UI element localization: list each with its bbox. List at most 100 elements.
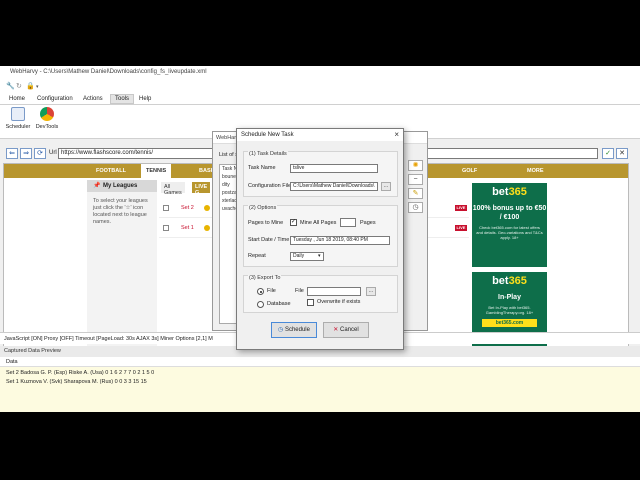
chevron-down-icon[interactable]: ▾ — [318, 253, 321, 259]
live-badge: LIVE — [455, 225, 467, 231]
refresh-button[interactable]: ⟳ — [34, 148, 46, 159]
history-button[interactable]: ◷ — [408, 202, 423, 213]
schedule-side-buttons: ✺ − ✎ ◷ — [408, 160, 424, 216]
export-database-label: Database — [267, 301, 291, 307]
task-details-label: (1) Task Details — [248, 151, 288, 157]
export-database-radio[interactable] — [257, 301, 264, 308]
close-icon[interactable]: × — [394, 130, 399, 139]
calendar-icon — [11, 107, 25, 121]
config-file-input[interactable]: C:\Users\Mathew Daniel\Downloads\ — [290, 182, 378, 191]
row-checkbox[interactable] — [163, 205, 169, 211]
data-row[interactable]: Set 1 Kuznova V. (Svk) Sharapova M. (Rus… — [6, 379, 147, 385]
lock-icon[interactable]: 🔒 — [26, 82, 35, 90]
refresh-icon[interactable]: ↻ — [16, 82, 22, 90]
schedule-new-task-dialog: Schedule New Task × (1) Task Details Tas… — [236, 128, 404, 350]
title-bar: WebHarvy - C:\Users\Mathew Daniel\Downlo… — [0, 66, 640, 80]
ad-fineprint: Bet In-Play with bet365. GamblingTherapy… — [485, 305, 534, 315]
menu-configuration[interactable]: Configuration — [37, 96, 73, 102]
dialog-title: Schedule New Task — [237, 129, 403, 141]
menu-actions[interactable]: Actions — [83, 96, 103, 102]
sport-tennis[interactable]: TENNIS — [141, 164, 172, 178]
export-group: (3) Export To File Database File ... Ove… — [243, 275, 398, 313]
cancel-button-label: Cancel — [340, 327, 359, 333]
browse-file-button[interactable]: ... — [366, 287, 376, 296]
stop-button[interactable]: ✕ — [616, 148, 628, 159]
menu-help[interactable]: Help — [139, 96, 151, 102]
back-button[interactable]: ⇐ — [6, 148, 18, 159]
pages-to-mine-label: Pages to Mine — [248, 220, 284, 226]
bet365-logo: bet365 — [472, 275, 547, 287]
sport-more[interactable]: MORE — [527, 168, 544, 174]
tab-all-games[interactable]: All Games — [161, 182, 185, 196]
sport-golf[interactable]: GOLF — [462, 168, 477, 174]
bet365-ad-bonus[interactable]: bet365 100% bonus up to €50 / €100 Check… — [472, 183, 547, 267]
edit-task-button[interactable]: ✎ — [408, 188, 423, 199]
remove-task-button[interactable]: − — [408, 174, 423, 185]
menu-tools[interactable]: Tools — [110, 94, 135, 104]
tab-live-games[interactable]: LIVE G — [192, 182, 211, 196]
my-leagues-header: 📌 My Leagues — [87, 180, 157, 192]
add-task-button[interactable]: ✺ — [408, 160, 423, 171]
task-details-group: (1) Task Details Task Name tslive Config… — [243, 151, 398, 197]
sun-icon: ✺ — [412, 162, 419, 169]
arrow-left-icon: ⇐ — [9, 150, 15, 157]
clock-icon: ◷ — [412, 204, 419, 211]
go-button[interactable]: ✓ — [602, 148, 614, 159]
start-datetime-picker[interactable]: Tuesday , Jun 18 2019, 08:40 PM — [290, 236, 390, 245]
menu-bar: Home Configuration Actions Tools Help — [0, 93, 640, 105]
close-icon: ✕ — [619, 150, 625, 157]
ad-headline: 100% bonus up to €50 / €100 — [472, 205, 547, 221]
arrow-right-icon: ⇒ — [23, 150, 29, 157]
tool-icon[interactable]: 🔧 — [6, 82, 15, 90]
check-icon: ✓ — [605, 150, 611, 157]
logo-part-a: bet — [492, 275, 509, 287]
ad-headline: In-Play — [498, 294, 521, 301]
ad-cta: bet365.com — [482, 319, 537, 327]
export-file-radio[interactable] — [257, 288, 264, 295]
mine-all-pages-checkbox[interactable]: ✓ — [290, 219, 297, 226]
url-label: Url — [49, 150, 57, 156]
task-name-input[interactable]: tslive — [290, 164, 378, 173]
export-label: (3) Export To — [248, 275, 282, 281]
options-group: (2) Options Pages to Mine ✓ Mine All Pag… — [243, 205, 398, 267]
forward-button[interactable]: ⇒ — [20, 148, 32, 159]
chevron-down-icon[interactable]: ▾ — [36, 84, 39, 90]
clock-icon: ◷ — [278, 327, 284, 333]
webharvy-window: WebHarvy - C:\Users\Mathew Daniel\Downlo… — [0, 66, 640, 412]
task-name-label: Task Name — [248, 165, 276, 171]
logo-part-b: 365 — [508, 186, 527, 198]
pin-icon: 📌 — [93, 183, 101, 189]
refresh-icon: ⟳ — [37, 150, 43, 157]
start-datetime-label: Start Date / Time — [248, 237, 290, 243]
row-checkbox[interactable] — [163, 225, 169, 231]
serve-indicator — [204, 205, 210, 211]
overwrite-checkbox[interactable] — [307, 299, 314, 306]
live-badge: LIVE — [455, 205, 467, 211]
pages-count-input[interactable] — [340, 218, 356, 227]
menu-home[interactable]: Home — [9, 96, 25, 102]
data-row[interactable]: Set 2 Badosa G. P. (Esp) Riske A. (Usa) … — [6, 370, 154, 376]
file-path-input[interactable] — [307, 287, 361, 296]
scheduler-button[interactable]: Scheduler — [3, 107, 33, 130]
export-file-label: File — [267, 288, 276, 294]
minus-icon: − — [413, 176, 418, 183]
set-label: Set 1 — [181, 225, 194, 231]
mine-all-pages-label: Mine All Pages — [300, 220, 337, 226]
options-label: (2) Options — [248, 205, 278, 211]
chrome-icon — [40, 107, 54, 121]
schedule-button[interactable]: ◷ Schedule — [271, 322, 317, 338]
repeat-label: Repeat — [248, 253, 266, 259]
pages-suffix-label: Pages — [360, 220, 376, 226]
schedule-button-label: Schedule — [284, 327, 310, 333]
sport-football[interactable]: FOOTBALL — [96, 168, 126, 174]
my-leagues-help: To select your leagues just click the '☆… — [93, 198, 148, 225]
config-file-label: Configuration File — [248, 183, 292, 189]
pencil-icon: ✎ — [412, 190, 419, 197]
browse-config-button[interactable]: ... — [381, 182, 391, 191]
close-icon: ✕ — [333, 327, 339, 333]
file-path-label: File — [295, 288, 304, 294]
my-leagues-title: My Leagues — [103, 183, 138, 189]
devtools-button[interactable]: DevTools — [32, 107, 62, 130]
overwrite-label: Overwrite if exists — [317, 299, 361, 305]
cancel-button[interactable]: ✕ Cancel — [323, 322, 369, 338]
